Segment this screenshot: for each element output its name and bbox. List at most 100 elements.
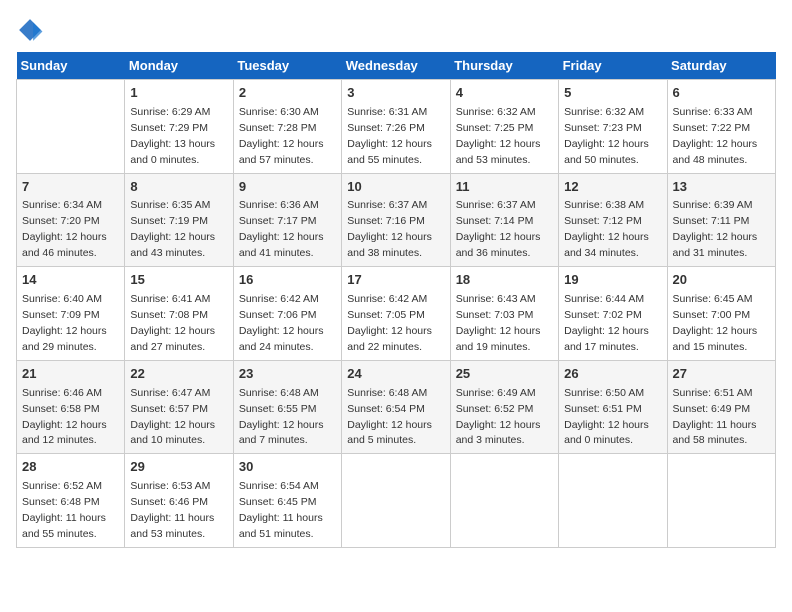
day-number: 28 xyxy=(22,458,119,477)
day-info: Sunrise: 6:31 AM Sunset: 7:26 PM Dayligh… xyxy=(347,106,432,166)
day-of-week-thursday: Thursday xyxy=(450,52,558,80)
calendar-cell: 4 Sunrise: 6:32 AM Sunset: 7:25 PM Daylig… xyxy=(450,80,558,174)
day-info: Sunrise: 6:42 AM Sunset: 7:06 PM Dayligh… xyxy=(239,293,324,353)
day-number: 30 xyxy=(239,458,336,477)
day-of-week-wednesday: Wednesday xyxy=(342,52,450,80)
day-of-week-monday: Monday xyxy=(125,52,233,80)
day-number: 11 xyxy=(456,178,553,197)
calendar-cell: 1 Sunrise: 6:29 AM Sunset: 7:29 PM Daylig… xyxy=(125,80,233,174)
day-info: Sunrise: 6:44 AM Sunset: 7:02 PM Dayligh… xyxy=(564,293,649,353)
day-info: Sunrise: 6:47 AM Sunset: 6:57 PM Dayligh… xyxy=(130,387,215,447)
day-number: 13 xyxy=(673,178,770,197)
calendar-week-4: 21 Sunrise: 6:46 AM Sunset: 6:58 PM Dayli… xyxy=(17,360,776,454)
calendar-week-5: 28 Sunrise: 6:52 AM Sunset: 6:48 PM Dayli… xyxy=(17,454,776,548)
day-info: Sunrise: 6:43 AM Sunset: 7:03 PM Dayligh… xyxy=(456,293,541,353)
day-info: Sunrise: 6:53 AM Sunset: 6:46 PM Dayligh… xyxy=(130,480,214,540)
day-number: 21 xyxy=(22,365,119,384)
calendar-cell: 14 Sunrise: 6:40 AM Sunset: 7:09 PM Dayli… xyxy=(17,267,125,361)
day-info: Sunrise: 6:29 AM Sunset: 7:29 PM Dayligh… xyxy=(130,106,215,166)
page-header xyxy=(16,16,776,44)
calendar-week-1: 1 Sunrise: 6:29 AM Sunset: 7:29 PM Daylig… xyxy=(17,80,776,174)
days-header-row: SundayMondayTuesdayWednesdayThursdayFrid… xyxy=(17,52,776,80)
day-info: Sunrise: 6:42 AM Sunset: 7:05 PM Dayligh… xyxy=(347,293,432,353)
day-number: 20 xyxy=(673,271,770,290)
calendar-cell xyxy=(342,454,450,548)
day-info: Sunrise: 6:50 AM Sunset: 6:51 PM Dayligh… xyxy=(564,387,649,447)
calendar-cell: 26 Sunrise: 6:50 AM Sunset: 6:51 PM Dayli… xyxy=(559,360,667,454)
day-number: 7 xyxy=(22,178,119,197)
day-number: 27 xyxy=(673,365,770,384)
day-of-week-friday: Friday xyxy=(559,52,667,80)
day-number: 15 xyxy=(130,271,227,290)
day-info: Sunrise: 6:32 AM Sunset: 7:23 PM Dayligh… xyxy=(564,106,649,166)
calendar-cell: 5Sunrise: 6:32 AM Sunset: 7:23 PM Daylig… xyxy=(559,80,667,174)
calendar-cell xyxy=(450,454,558,548)
day-of-week-sunday: Sunday xyxy=(17,52,125,80)
day-info: Sunrise: 6:52 AM Sunset: 6:48 PM Dayligh… xyxy=(22,480,106,540)
day-number: 23 xyxy=(239,365,336,384)
calendar-cell: 20Sunrise: 6:45 AM Sunset: 7:00 PM Dayli… xyxy=(667,267,775,361)
logo xyxy=(16,16,48,44)
calendar-cell xyxy=(667,454,775,548)
calendar-cell: 23 Sunrise: 6:48 AM Sunset: 6:55 PM Dayli… xyxy=(233,360,341,454)
day-number: 26 xyxy=(564,365,661,384)
day-info: Sunrise: 6:36 AM Sunset: 7:17 PM Dayligh… xyxy=(239,199,324,259)
calendar-cell: 19 Sunrise: 6:44 AM Sunset: 7:02 PM Dayli… xyxy=(559,267,667,361)
day-number: 16 xyxy=(239,271,336,290)
day-number: 9 xyxy=(239,178,336,197)
calendar-cell: 3 Sunrise: 6:31 AM Sunset: 7:26 PM Daylig… xyxy=(342,80,450,174)
day-number: 18 xyxy=(456,271,553,290)
calendar-cell: 16 Sunrise: 6:42 AM Sunset: 7:06 PM Dayli… xyxy=(233,267,341,361)
day-number: 4 xyxy=(456,84,553,103)
day-number: 2 xyxy=(239,84,336,103)
day-info: Sunrise: 6:41 AM Sunset: 7:08 PM Dayligh… xyxy=(130,293,215,353)
calendar-cell: 13 Sunrise: 6:39 AM Sunset: 7:11 PM Dayli… xyxy=(667,173,775,267)
calendar-cell: 29 Sunrise: 6:53 AM Sunset: 6:46 PM Dayli… xyxy=(125,454,233,548)
day-info: Sunrise: 6:51 AM Sunset: 6:49 PM Dayligh… xyxy=(673,387,757,447)
calendar-cell: 6Sunrise: 6:33 AM Sunset: 7:22 PM Daylig… xyxy=(667,80,775,174)
day-number: 19 xyxy=(564,271,661,290)
calendar-cell xyxy=(17,80,125,174)
day-info: Sunrise: 6:32 AM Sunset: 7:25 PM Dayligh… xyxy=(456,106,541,166)
calendar-cell: 18 Sunrise: 6:43 AM Sunset: 7:03 PM Dayli… xyxy=(450,267,558,361)
calendar-cell: 10 Sunrise: 6:37 AM Sunset: 7:16 PM Dayli… xyxy=(342,173,450,267)
calendar-cell: 9 Sunrise: 6:36 AM Sunset: 7:17 PM Daylig… xyxy=(233,173,341,267)
day-number: 25 xyxy=(456,365,553,384)
day-number: 14 xyxy=(22,271,119,290)
day-number: 1 xyxy=(130,84,227,103)
day-info: Sunrise: 6:30 AM Sunset: 7:28 PM Dayligh… xyxy=(239,106,324,166)
calendar-cell: 30 Sunrise: 6:54 AM Sunset: 6:45 PM Dayli… xyxy=(233,454,341,548)
calendar-table: SundayMondayTuesdayWednesdayThursdayFrid… xyxy=(16,52,776,548)
day-info: Sunrise: 6:37 AM Sunset: 7:16 PM Dayligh… xyxy=(347,199,432,259)
day-info: Sunrise: 6:49 AM Sunset: 6:52 PM Dayligh… xyxy=(456,387,541,447)
day-info: Sunrise: 6:48 AM Sunset: 6:54 PM Dayligh… xyxy=(347,387,432,447)
day-info: Sunrise: 6:39 AM Sunset: 7:11 PM Dayligh… xyxy=(673,199,758,259)
day-number: 22 xyxy=(130,365,227,384)
calendar-cell: 12Sunrise: 6:38 AM Sunset: 7:12 PM Dayli… xyxy=(559,173,667,267)
logo-icon xyxy=(16,16,44,44)
day-number: 3 xyxy=(347,84,444,103)
day-info: Sunrise: 6:46 AM Sunset: 6:58 PM Dayligh… xyxy=(22,387,107,447)
day-info: Sunrise: 6:54 AM Sunset: 6:45 PM Dayligh… xyxy=(239,480,323,540)
day-info: Sunrise: 6:40 AM Sunset: 7:09 PM Dayligh… xyxy=(22,293,107,353)
calendar-cell: 27 Sunrise: 6:51 AM Sunset: 6:49 PM Dayli… xyxy=(667,360,775,454)
calendar-cell: 22 Sunrise: 6:47 AM Sunset: 6:57 PM Dayli… xyxy=(125,360,233,454)
day-info: Sunrise: 6:35 AM Sunset: 7:19 PM Dayligh… xyxy=(130,199,215,259)
calendar-week-3: 14 Sunrise: 6:40 AM Sunset: 7:09 PM Dayli… xyxy=(17,267,776,361)
day-number: 24 xyxy=(347,365,444,384)
calendar-cell: 17 Sunrise: 6:42 AM Sunset: 7:05 PM Dayli… xyxy=(342,267,450,361)
calendar-cell: 11Sunrise: 6:37 AM Sunset: 7:14 PM Dayli… xyxy=(450,173,558,267)
day-number: 29 xyxy=(130,458,227,477)
calendar-cell: 8Sunrise: 6:35 AM Sunset: 7:19 PM Daylig… xyxy=(125,173,233,267)
day-info: Sunrise: 6:33 AM Sunset: 7:22 PM Dayligh… xyxy=(673,106,758,166)
day-info: Sunrise: 6:34 AM Sunset: 7:20 PM Dayligh… xyxy=(22,199,107,259)
day-info: Sunrise: 6:48 AM Sunset: 6:55 PM Dayligh… xyxy=(239,387,324,447)
calendar-cell: 7 Sunrise: 6:34 AM Sunset: 7:20 PM Daylig… xyxy=(17,173,125,267)
calendar-cell: 15 Sunrise: 6:41 AM Sunset: 7:08 PM Dayli… xyxy=(125,267,233,361)
calendar-cell: 21 Sunrise: 6:46 AM Sunset: 6:58 PM Dayli… xyxy=(17,360,125,454)
calendar-cell: 24 Sunrise: 6:48 AM Sunset: 6:54 PM Dayli… xyxy=(342,360,450,454)
day-number: 10 xyxy=(347,178,444,197)
day-number: 12 xyxy=(564,178,661,197)
calendar-cell: 28 Sunrise: 6:52 AM Sunset: 6:48 PM Dayli… xyxy=(17,454,125,548)
day-number: 17 xyxy=(347,271,444,290)
